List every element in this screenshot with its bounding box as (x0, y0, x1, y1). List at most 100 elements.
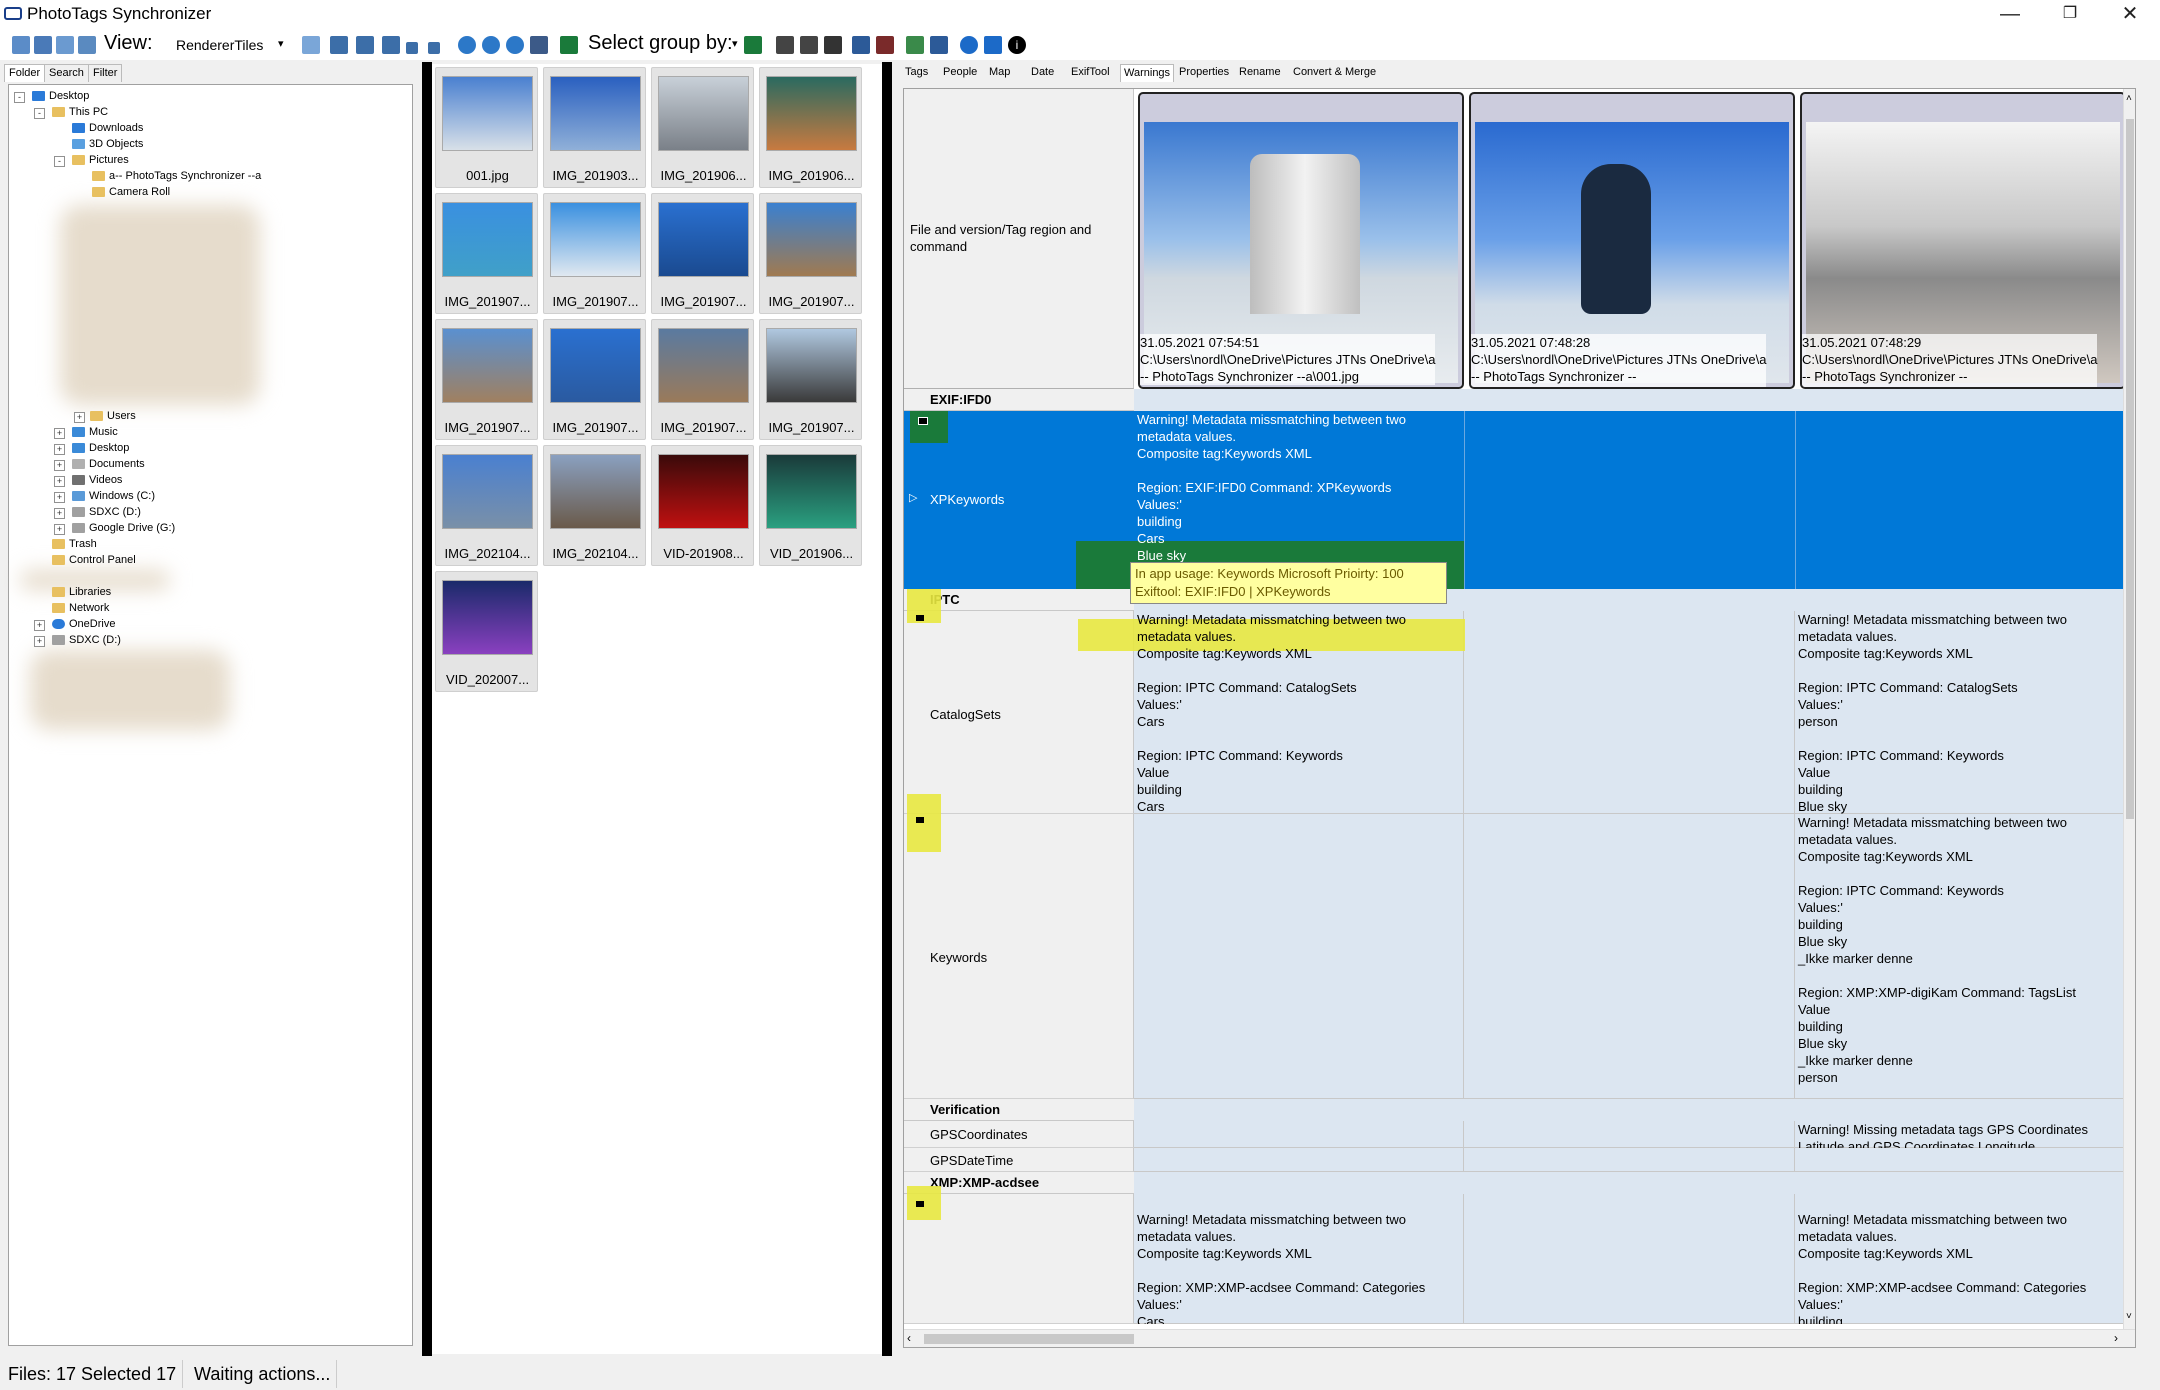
thumbnail-tile[interactable]: VID_201906... (759, 445, 862, 566)
tree-expander[interactable]: + (34, 636, 45, 647)
grid-view-icon[interactable] (302, 36, 320, 54)
cell-keywords-3[interactable]: Warning! Metadata missmatching between t… (1795, 814, 2126, 1099)
tree-item-sdxc-d[interactable]: SDXC (D:) (72, 506, 141, 518)
tab-tags[interactable]: Tags (902, 64, 931, 81)
view-select[interactable]: RendererTiles (176, 37, 263, 53)
thumbnail-tile[interactable]: IMG_201906... (759, 67, 862, 188)
thumbnail-tile[interactable]: IMG_201907... (651, 193, 754, 314)
photo-column-1[interactable]: 31.05.2021 07:54:51 C:\Users\nordl\OneDr… (1138, 92, 1464, 389)
thumbnail-tile[interactable]: IMG_201907... (435, 319, 538, 440)
scroll-left-icon[interactable]: ‹ (907, 1331, 911, 1345)
rotate-left-icon[interactable] (458, 36, 476, 54)
tab-convert-merge[interactable]: Convert & Merge (1290, 64, 1379, 81)
scroll-right-icon[interactable]: › (2114, 1331, 2118, 1345)
tab-people[interactable]: People (940, 64, 980, 81)
cell-catalogsets-3[interactable]: Warning! Metadata missmatching between t… (1795, 611, 2126, 814)
row-header-keywords[interactable]: Keywords (904, 814, 1134, 1099)
image-medium-icon[interactable] (356, 36, 374, 54)
layout-1-icon[interactable] (776, 36, 794, 54)
image-small-icon[interactable] (382, 36, 400, 54)
tree-expander[interactable]: + (34, 620, 45, 631)
scroll-down-icon[interactable]: ˅ (2126, 1311, 2132, 1322)
horizontal-scrollbar[interactable]: ‹ › (904, 1329, 2135, 1347)
save-icon[interactable] (530, 36, 548, 54)
tree-item-music[interactable]: Music (72, 426, 118, 438)
thumbnail-tile[interactable]: IMG_201907... (759, 319, 862, 440)
tab-date[interactable]: Date (1028, 64, 1057, 81)
layout-2-icon[interactable] (800, 36, 818, 54)
scroll-thumb[interactable] (2126, 119, 2134, 819)
tab-exiftool[interactable]: ExifTool (1068, 64, 1113, 81)
tree-expander[interactable]: + (54, 492, 65, 503)
tab-map[interactable]: Map (986, 64, 1013, 81)
tree-expander[interactable]: + (54, 444, 65, 455)
cell-catalogsets-1[interactable]: Warning! Metadata missmatching between t… (1134, 611, 1464, 814)
tree-item-google-drive[interactable]: Google Drive (G:) (72, 522, 175, 534)
cell-gps-3[interactable]: Warning! Missing metadata tags GPS Coord… (1795, 1121, 2126, 1148)
thumbnail-tile[interactable]: IMG_201906... (651, 67, 754, 188)
minimize-button[interactable]: — (1980, 0, 2040, 30)
tree-expander[interactable]: - (14, 92, 25, 103)
layout-4-icon[interactable] (852, 36, 870, 54)
tree-item-this-pc[interactable]: This PC (52, 106, 108, 118)
image-tiny-icon[interactable] (406, 42, 418, 54)
tree-item-desktop[interactable]: Desktop (32, 90, 89, 102)
tree-item-phototags[interactable]: a-- PhotoTags Synchronizer --a (92, 170, 261, 182)
tab-filter[interactable]: Filter (88, 64, 123, 82)
tree-item-videos[interactable]: Videos (72, 474, 122, 486)
refresh-icon[interactable] (482, 36, 500, 54)
group-chevron-icon[interactable]: ▾ (732, 37, 738, 50)
layout-5-icon[interactable] (876, 36, 894, 54)
thumbnail-tile[interactable]: IMG_201907... (543, 319, 646, 440)
image-large-icon[interactable] (330, 36, 348, 54)
tree-item-camera-roll[interactable]: Camera Roll (92, 186, 170, 198)
tab-warnings[interactable]: Warnings (1120, 64, 1175, 82)
tree-expander[interactable]: + (54, 428, 65, 439)
thumbnail-tile[interactable]: VID-201908... (651, 445, 754, 566)
tree-item-users[interactable]: Users (90, 410, 136, 422)
tree-item-libraries[interactable]: Libraries (52, 586, 111, 598)
right-splitter[interactable] (882, 62, 892, 1356)
thumbnail-tile[interactable]: IMG_201907... (759, 193, 862, 314)
warnings-grid[interactable]: File and version/Tag region and command … (903, 88, 2136, 1348)
tree-expander[interactable]: - (54, 156, 65, 167)
layout-3-icon[interactable] (824, 36, 842, 54)
thumbnail-tile[interactable]: IMG_201907... (651, 319, 754, 440)
tree-item-pictures[interactable]: Pictures (72, 154, 129, 166)
list-icon[interactable] (34, 36, 52, 54)
tab-properties[interactable]: Properties (1176, 64, 1232, 81)
row-marker-icon[interactable] (916, 1201, 924, 1207)
thumbnail-tile[interactable]: IMG_202104... (435, 445, 538, 566)
tree-item-3d-objects[interactable]: 3D Objects (72, 138, 143, 150)
vertical-scrollbar[interactable]: ˄ ˅ (2123, 89, 2135, 1329)
details-icon[interactable] (78, 36, 96, 54)
tree-item-onedrive[interactable]: OneDrive (52, 618, 115, 630)
save-disk-icon[interactable] (930, 36, 948, 54)
group-icon[interactable] (744, 36, 762, 54)
row-marker-icon[interactable] (916, 817, 924, 823)
close-button[interactable]: ✕ (2100, 0, 2160, 30)
tree-item-documents[interactable]: Documents (72, 458, 145, 470)
row-header-gpsdatetime[interactable]: GPSDateTime (904, 1148, 1134, 1172)
left-splitter[interactable] (422, 62, 432, 1356)
tiles-icon[interactable] (12, 36, 30, 54)
tree-expander[interactable]: + (54, 476, 65, 487)
row-marker-icon[interactable] (916, 615, 924, 621)
gear-icon[interactable] (960, 36, 978, 54)
rotate-right-icon[interactable] (506, 36, 524, 54)
tree-expander[interactable]: + (74, 412, 85, 423)
tree-item-sdxc-d-2[interactable]: SDXC (D:) (52, 634, 121, 646)
wifi-icon[interactable] (984, 36, 1002, 54)
thumbnail-tile[interactable]: IMG_201907... (543, 193, 646, 314)
row-header-gpscoordinates[interactable]: GPSCoordinates (904, 1121, 1134, 1148)
info-icon[interactable]: i (1008, 36, 1026, 54)
tab-search[interactable]: Search (44, 64, 89, 82)
thumbnail-tile[interactable]: IMG_202104... (543, 445, 646, 566)
tree-expander[interactable]: + (54, 508, 65, 519)
tab-folder[interactable]: Folder (4, 64, 46, 82)
settings-green-icon[interactable] (560, 36, 578, 54)
tree-item-windows-c[interactable]: Windows (C:) (72, 490, 155, 502)
hscroll-thumb[interactable] (924, 1334, 1134, 1344)
tree-expander[interactable]: + (54, 460, 65, 471)
thumbnail-tile[interactable]: VID_202007... (435, 571, 538, 692)
